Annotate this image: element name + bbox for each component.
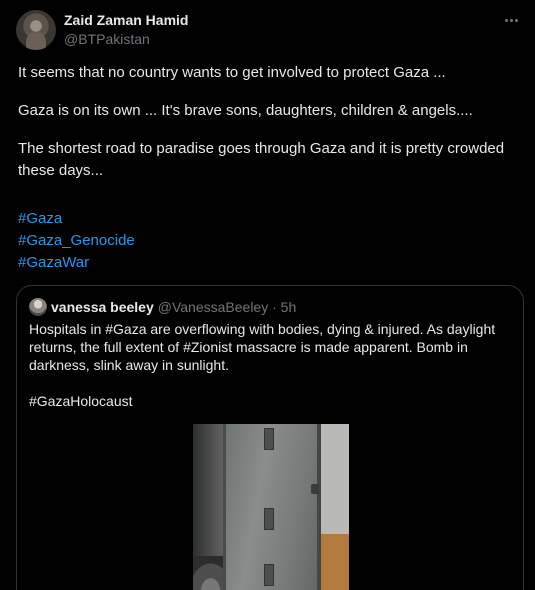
quoted-media[interactable] bbox=[17, 424, 523, 590]
quoted-author-name[interactable]: vanessa beeley bbox=[51, 299, 154, 315]
quoted-header: vanessa beeley @VanessaBeeley · 5h bbox=[29, 297, 296, 317]
quoted-paragraph: Hospitals in #Gaza are overflowing with … bbox=[29, 321, 496, 373]
quoted-handle-time: @VanessaBeeley · 5h bbox=[157, 299, 297, 315]
door-hinge bbox=[264, 428, 274, 450]
quoted-text: Hospitals in #Gaza are overflowing with … bbox=[29, 320, 515, 428]
video-thumbnail[interactable] bbox=[193, 424, 349, 590]
door-hinge bbox=[264, 508, 274, 530]
hashtag-list: #Gaza #Gaza_Genocide #GazaWar bbox=[18, 208, 135, 274]
tweet-header: Zaid Zaman Hamid @BTPakistan bbox=[16, 10, 523, 52]
more-horizontal-icon[interactable] bbox=[501, 12, 521, 28]
tweet-paragraph: Gaza is on its own ... It's brave sons, … bbox=[18, 102, 473, 119]
quoted-hashtag[interactable]: #GazaHolocaust bbox=[29, 392, 515, 410]
avatar[interactable] bbox=[16, 10, 56, 50]
quoted-avatar[interactable] bbox=[29, 298, 47, 316]
tweet[interactable]: Zaid Zaman Hamid @BTPakistan It seems th… bbox=[0, 0, 535, 590]
door-hinge bbox=[264, 564, 274, 586]
video-door bbox=[223, 424, 321, 590]
door-handle bbox=[311, 484, 319, 494]
quoted-tweet[interactable]: vanessa beeley @VanessaBeeley · 5h Hospi… bbox=[16, 285, 524, 590]
hashtag-link[interactable]: #Gaza bbox=[18, 208, 135, 230]
author-handle[interactable]: @BTPakistan bbox=[64, 31, 150, 47]
door-frame bbox=[321, 424, 349, 590]
tweet-paragraph: It seems that no country wants to get in… bbox=[18, 64, 446, 81]
author-name[interactable]: Zaid Zaman Hamid bbox=[64, 12, 188, 28]
tweet-text: It seems that no country wants to get in… bbox=[18, 62, 528, 198]
tweet-paragraph: The shortest road to paradise goes throu… bbox=[18, 140, 505, 179]
hashtag-link[interactable]: #GazaWar bbox=[18, 252, 135, 274]
hashtag-link[interactable]: #Gaza_Genocide bbox=[18, 230, 135, 252]
